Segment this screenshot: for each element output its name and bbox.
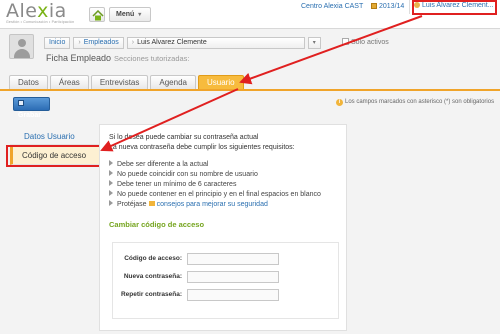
save-label: Grabar xyxy=(18,112,41,119)
alexia-logo[interactable]: Alexia Gestión • Comunicación • Particip… xyxy=(6,1,80,27)
logo-tagline: Gestión • Comunicación • Participación xyxy=(6,20,75,24)
tip-prefix: Protéjase xyxy=(117,201,147,208)
chevron-right-icon: › xyxy=(131,39,135,46)
requirement-item: No puede coincidir con su nombre de usua… xyxy=(109,170,258,178)
tab-underline xyxy=(0,89,500,91)
calendar-icon xyxy=(371,3,377,9)
menu-label: Menú xyxy=(116,11,135,18)
repeat-password-field[interactable] xyxy=(187,289,279,301)
arrow-bullet-icon xyxy=(109,160,113,166)
avatar xyxy=(9,34,34,59)
center-link[interactable]: Centro Alexia CAST xyxy=(301,3,363,10)
tip-icon xyxy=(148,201,155,206)
school-year[interactable]: 2013/14 xyxy=(371,3,404,10)
info-icon: i xyxy=(336,99,343,106)
breadcrumb-empleados[interactable]: › Empleados xyxy=(73,37,124,49)
arrow-bullet-icon xyxy=(109,200,113,206)
sidebar-highlight-box xyxy=(6,145,107,167)
repeat-password-label: Repetir contraseña: xyxy=(120,291,182,298)
password-panel: Si lo desea puede cambiar su contraseña … xyxy=(99,124,347,331)
page-subtitle: Secciones tutorizadas: xyxy=(114,54,190,63)
password-form: Código de acceso: Nueva contraseña: Repe… xyxy=(112,242,339,319)
arrow-bullet-icon xyxy=(109,170,113,176)
requirement-item: Debe ser diferente a la actual xyxy=(109,160,208,168)
arrow-bullet-icon xyxy=(109,180,113,186)
menu-button[interactable]: Menú ▾ xyxy=(109,7,151,22)
actives-checkbox[interactable] xyxy=(342,38,349,45)
page-title-text: Ficha Empleado xyxy=(46,53,112,63)
required-fields-note: i Los campos marcados con asterisco (*) s… xyxy=(336,99,494,106)
security-tips-link[interactable]: consejos para mejorar su seguridad xyxy=(157,201,268,208)
security-tip: Protéjase consejos para mejorar su seguri… xyxy=(109,200,268,208)
chevron-right-icon: › xyxy=(78,39,81,46)
new-password-field[interactable] xyxy=(187,271,279,283)
intro-line-1: Si lo desea puede cambiar su contraseña … xyxy=(109,134,259,141)
home-button[interactable] xyxy=(89,7,105,22)
intro-line-2: La nueva contraseña debe cumplir los sig… xyxy=(109,144,295,151)
tab-entrevistas[interactable]: Entrevistas xyxy=(90,75,149,90)
arrow-bullet-icon xyxy=(109,190,113,196)
breadcrumb-empleados-label: Empleados xyxy=(83,39,119,46)
home-icon xyxy=(92,10,104,21)
employee-dropdown-button[interactable]: ▾ xyxy=(307,37,321,49)
tab-areas[interactable]: Áreas xyxy=(49,75,89,90)
breadcrumb: Inicio › Empleados › Luis Alvarez Clemente… xyxy=(44,37,321,49)
chevron-down-icon: ▾ xyxy=(138,12,142,18)
current-code-label: Código de acceso: xyxy=(124,255,182,262)
save-icon xyxy=(18,100,24,106)
new-password-label: Nueva contraseña: xyxy=(123,273,182,280)
tab-datos[interactable]: Datos xyxy=(9,75,48,90)
save-button[interactable]: Grabar xyxy=(13,97,50,119)
page-title: Ficha Empleado Secciones tutorizadas: xyxy=(46,53,190,63)
year-label: 2013/14 xyxy=(379,3,405,10)
tab-agenda[interactable]: Agenda xyxy=(150,75,196,90)
sidebar-item-datos-usuario[interactable]: Datos Usuario xyxy=(10,130,104,145)
user-highlight-box xyxy=(412,0,497,15)
breadcrumb-current-label: Luis Alvarez Clemente xyxy=(137,39,207,46)
tab-bar: Datos Áreas Entrevistas Agenda Usuario xyxy=(9,75,244,90)
logo-word: Alexia xyxy=(6,0,67,22)
breadcrumb-inicio[interactable]: Inicio xyxy=(44,37,71,49)
current-code-field[interactable] xyxy=(187,253,279,265)
section-title: Cambiar código de acceso xyxy=(109,220,205,229)
actives-filter[interactable]: Sólo activos xyxy=(342,38,389,46)
required-note-text: Los campos marcados con asterisco (*) so… xyxy=(345,99,495,105)
tab-usuario[interactable]: Usuario xyxy=(197,75,244,90)
requirement-item: No puede contener en el principio y en e… xyxy=(109,190,321,198)
breadcrumb-current: › Luis Alvarez Clemente xyxy=(126,37,305,49)
actives-label: Sólo activos xyxy=(351,39,389,46)
requirement-item: Debe tener un mínimo de 6 caracteres xyxy=(109,180,236,188)
